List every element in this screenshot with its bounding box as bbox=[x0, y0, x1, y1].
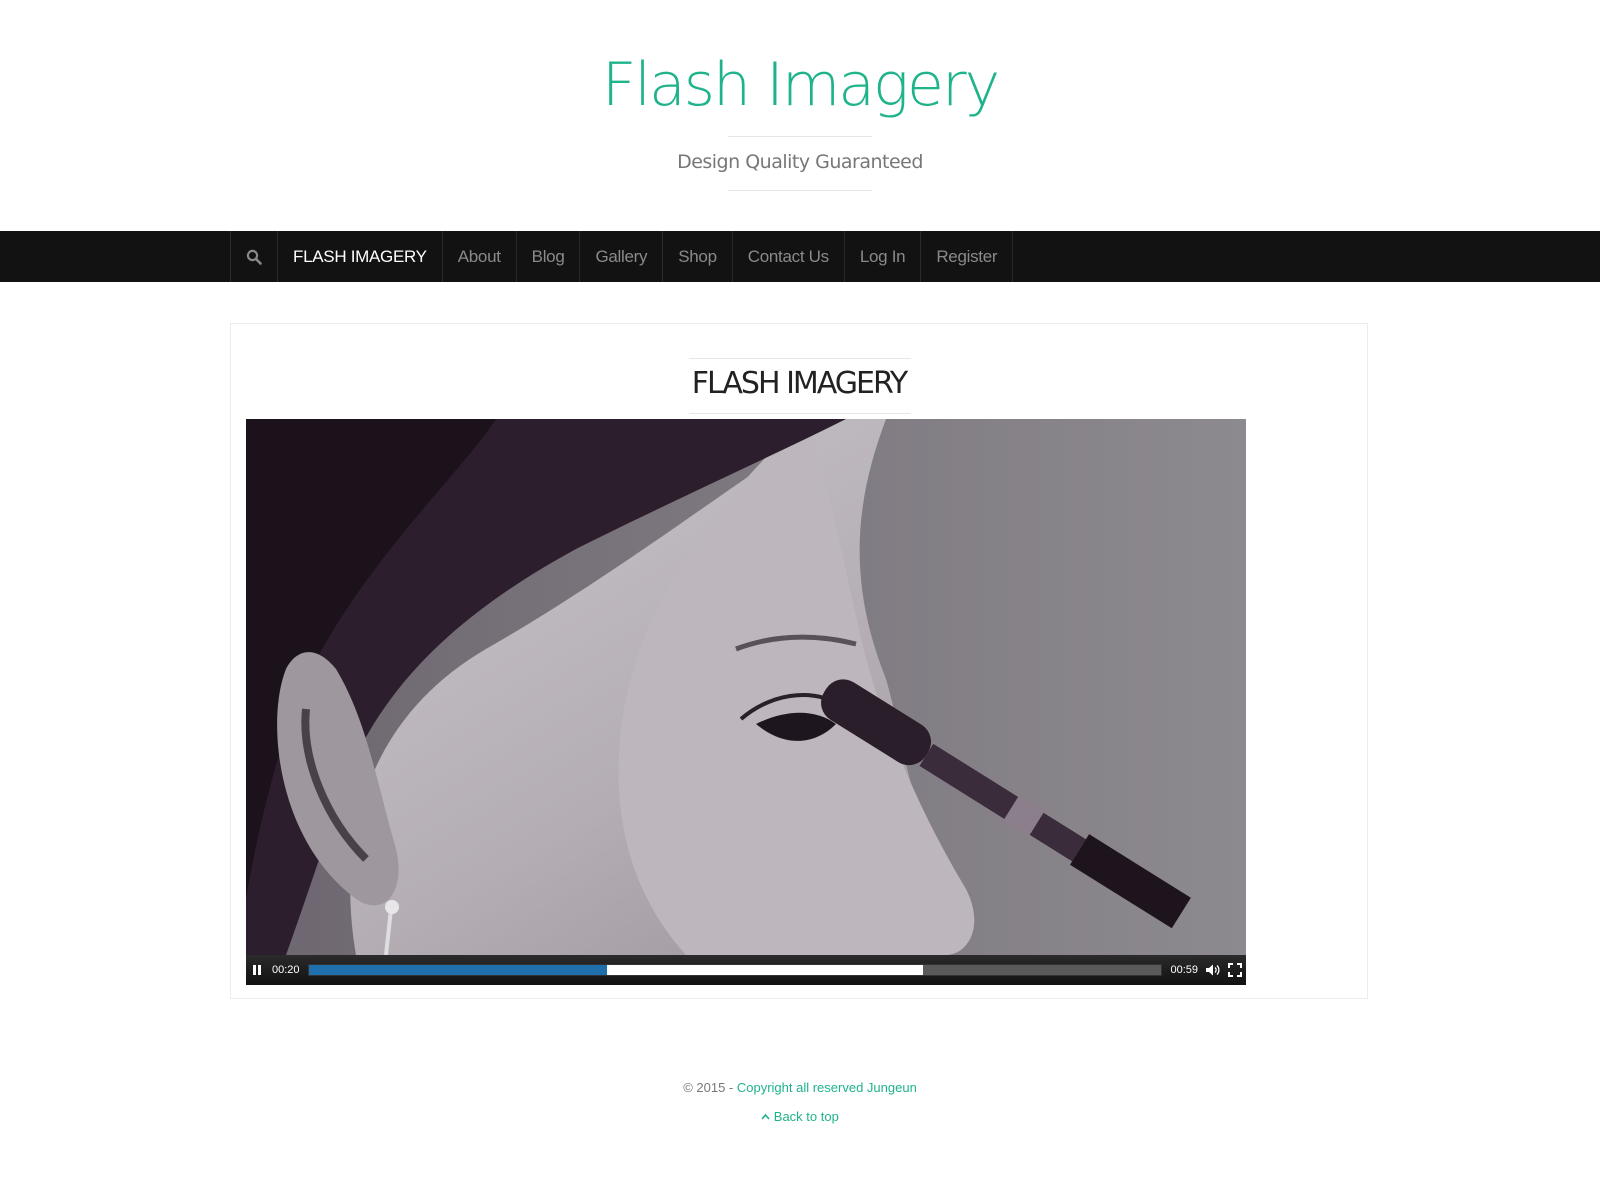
entry-title-divider-top bbox=[689, 358, 911, 359]
nav-item-gallery[interactable]: Gallery bbox=[579, 231, 662, 282]
nav-item-log-in[interactable]: Log In bbox=[843, 231, 920, 282]
site-tagline: Design Quality Guaranteed bbox=[677, 151, 923, 173]
nav-item-blog[interactable]: Blog bbox=[515, 231, 580, 282]
copyright-text: © 2015 - bbox=[683, 1080, 737, 1095]
nav-menu: FLASH IMAGERY About Blog Gallery Shop Co… bbox=[230, 231, 1014, 282]
site-title[interactable]: Flash Imagery bbox=[0, 50, 1600, 120]
duration: 00:59 bbox=[1170, 964, 1198, 976]
main-navbar: FLASH IMAGERY About Blog Gallery Shop Co… bbox=[0, 231, 1600, 282]
content-box: FLASH IMAGERY 00:20 00:59 bbox=[230, 323, 1368, 999]
fullscreen-button[interactable] bbox=[1224, 955, 1246, 985]
tagline-divider-top bbox=[728, 136, 872, 137]
video-controls: 00:20 00:59 bbox=[246, 955, 1246, 985]
nav-item-about[interactable]: About bbox=[441, 231, 516, 282]
nav-item-register[interactable]: Register bbox=[920, 231, 1014, 282]
video-frame[interactable] bbox=[246, 419, 1246, 955]
fullscreen-icon bbox=[1228, 963, 1242, 977]
site-header: Flash Imagery Design Quality Guaranteed bbox=[0, 0, 1600, 231]
back-to-top-label: Back to top bbox=[773, 1109, 839, 1124]
pause-button[interactable] bbox=[246, 955, 268, 985]
volume-icon bbox=[1206, 964, 1220, 976]
video-player[interactable]: 00:20 00:59 bbox=[246, 419, 1246, 985]
nav-item-shop[interactable]: Shop bbox=[662, 231, 732, 282]
chevron-up-icon bbox=[761, 1113, 770, 1120]
nav-item-flash-imagery[interactable]: FLASH IMAGERY bbox=[277, 231, 442, 282]
copyright-link[interactable]: Copyright all reserved Jungeun bbox=[737, 1080, 917, 1095]
pause-icon bbox=[253, 965, 261, 975]
search-icon bbox=[246, 249, 262, 265]
progress-played bbox=[308, 965, 608, 975]
current-time: 00:20 bbox=[272, 964, 300, 976]
site-footer: © 2015 - Copyright all reserved Jungeun … bbox=[0, 1080, 1600, 1124]
mute-button[interactable] bbox=[1202, 955, 1224, 985]
nav-search-button[interactable] bbox=[230, 231, 277, 282]
nav-item-contact-us[interactable]: Contact Us bbox=[731, 231, 844, 282]
copyright-line: © 2015 - Copyright all reserved Jungeun bbox=[0, 1080, 1600, 1095]
back-to-top-link[interactable]: Back to top bbox=[761, 1109, 839, 1124]
entry-title: FLASH IMAGERY bbox=[691, 366, 909, 401]
entry-title-divider-bottom bbox=[689, 413, 911, 414]
progress-bar[interactable] bbox=[307, 964, 1163, 976]
tagline-divider-bottom bbox=[728, 190, 872, 191]
